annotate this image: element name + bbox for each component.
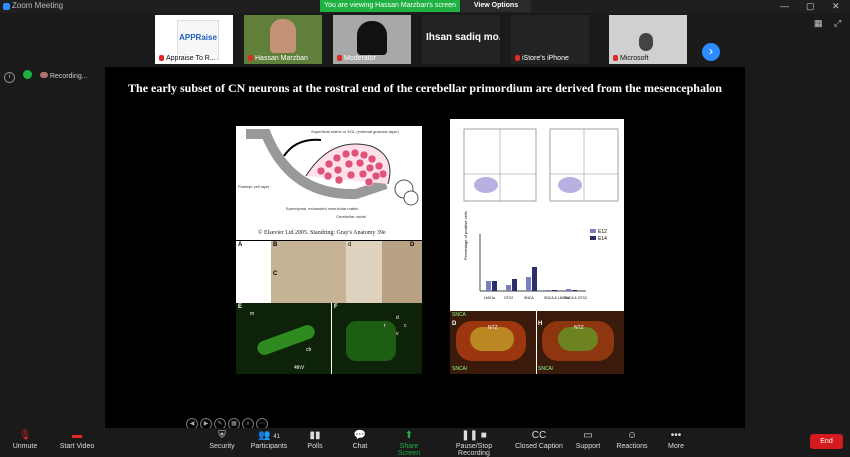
participants-button[interactable]: 👥 41 Participants — [248, 430, 290, 450]
maximize-icon[interactable]: ▢ — [806, 1, 815, 12]
ependymal-label: Ependymal, exhausted ventricular matrix — [286, 206, 358, 211]
bar — [566, 289, 571, 291]
slide-title: The early subset of CN neurons at the ro… — [128, 81, 722, 95]
chat-button[interactable]: 💬 Chat — [349, 430, 371, 450]
support-button[interactable]: ▭ Support — [574, 430, 602, 450]
participant-name: iStore's iPhone — [522, 55, 569, 62]
category-label: LMX1a — [484, 296, 495, 300]
participant-strip: APPRaise Appraise To R... Hassan Marzban… — [0, 13, 850, 66]
participant-name: Hassan Marzban — [255, 55, 308, 62]
flow-cytometry-panel: Percentage of positive cells E12 E14 LMX… — [450, 119, 624, 374]
bar — [572, 290, 577, 291]
unmute-button[interactable]: 🎙 Unmute — [8, 430, 42, 450]
superficial-label: Superficial matrix or EGL (external gran… — [311, 129, 400, 134]
polls-button[interactable]: ▮▮ Polls — [304, 430, 326, 450]
participant-logo: APPRaise — [177, 20, 219, 60]
participant-tile[interactable]: iStore's iPhone — [511, 15, 589, 64]
cerebellum-illustration: Superficial matrix or EGL (external gran… — [238, 129, 419, 236]
cloud-icon — [39, 72, 48, 78]
purkinje-label: Purkinje cell layer — [238, 184, 270, 189]
copyright-text: © Elsevier Ltd 2005. Standring: Gray's A… — [258, 229, 386, 236]
bar-chart-marks — [486, 267, 577, 291]
mic-muted-icon — [515, 55, 520, 61]
next-page-button[interactable]: › — [702, 43, 720, 61]
end-button[interactable]: End — [810, 434, 843, 449]
cc-icon: CC — [531, 430, 547, 441]
participant-name-large: Ihsan sadiq mo... — [426, 32, 500, 43]
minimize-icon[interactable]: — — [780, 1, 789, 11]
cerebellum-diagram: Superficial matrix or EGL (external gran… — [236, 126, 422, 240]
fullscreen-icon[interactable]: ⤢ — [834, 18, 841, 29]
participant-name: Microsoft — [620, 55, 649, 62]
participant-video — [270, 19, 296, 53]
bar — [492, 281, 497, 291]
viewing-banner: You are viewing Hassan Marzban's screen — [320, 0, 460, 12]
layout-icon[interactable]: ▦ — [814, 18, 823, 29]
participant-tile[interactable]: Moderator — [333, 15, 411, 64]
bar — [546, 290, 551, 291]
pause-recording-button[interactable]: ❚❚ ■ Pause/Stop Recording — [440, 430, 508, 457]
category-label: SNCA — [524, 296, 534, 300]
mic-muted-icon — [337, 55, 342, 61]
support-icon: ▭ — [583, 430, 593, 441]
view-options-button[interactable]: View Options — [461, 0, 531, 12]
participant-video — [357, 21, 387, 55]
video-off-icon: ▬ — [72, 430, 82, 441]
shield-icon: ⛨ — [218, 430, 226, 441]
smiley-icon: ☺ — [626, 430, 638, 441]
zoom-logo-icon — [3, 3, 10, 10]
ellipsis-icon: ••• — [670, 430, 682, 441]
bar — [532, 267, 537, 291]
mic-muted-icon — [613, 55, 618, 61]
reactions-button[interactable]: ☺ Reactions — [615, 430, 649, 450]
bar — [486, 281, 491, 291]
bar — [512, 279, 517, 291]
participant-tile[interactable]: Microsoft — [609, 15, 687, 64]
fluorescence-images: SNCA D H NTZ NTZ SNCA/ SNCA/ — [450, 311, 624, 374]
chart-ylabel: Percentage of positive cells — [463, 211, 468, 260]
bar — [506, 285, 511, 291]
chat-icon: 💬 — [353, 430, 367, 441]
category-label: OTX2 — [504, 296, 513, 300]
mic-muted-icon — [248, 55, 253, 61]
bar-chart-icon: ▮▮ — [309, 430, 321, 441]
start-video-button[interactable]: ▬ Start Video — [56, 430, 98, 450]
mic-muted-icon — [159, 55, 164, 61]
mic-off-icon: 🎙 — [18, 430, 32, 441]
participant-video — [639, 33, 653, 51]
participant-name: Appraise To R... — [166, 55, 216, 62]
window-title: Zoom Meeting — [12, 1, 64, 10]
share-arrow-icon: ⬆ — [404, 430, 414, 441]
legend-e14: E14 — [598, 236, 607, 242]
security-button[interactable]: ⛨ Security — [204, 430, 240, 450]
bar — [526, 277, 531, 291]
more-button[interactable]: ••• More — [664, 430, 688, 450]
bar — [552, 290, 557, 291]
participant-tile[interactable]: Ihsan sadiq mo... — [422, 15, 500, 64]
legend-e12: E12 — [598, 229, 607, 235]
recording-bar: i Recording... — [4, 70, 88, 84]
meeting-toolbar: 🎙 Unmute ▬ Start Video ⛨ Security 👥 41 Parti… — [0, 428, 850, 457]
info-icon[interactable]: i — [4, 72, 15, 83]
closed-caption-button[interactable]: CC Closed Caption — [515, 430, 563, 450]
micrograph-bottom: E F m cb 4thV r c d v — [236, 303, 422, 374]
participant-name: Moderator — [344, 55, 376, 62]
chart-category-labels: LMX1a OTX2 SNCA SNCA & LMX1aSNCA & OTX2 — [484, 296, 587, 300]
shared-screen: The early subset of CN neurons at the ro… — [105, 67, 745, 428]
recording-label: Recording... — [49, 73, 88, 80]
share-screen-button[interactable]: ⬆ Share Screen — [388, 430, 430, 457]
shield-icon[interactable] — [22, 70, 32, 79]
nuclei-label: Cerebellar nuclei — [336, 214, 366, 219]
people-icon: 👥 41 — [258, 430, 280, 441]
close-icon[interactable]: ✕ — [832, 1, 840, 12]
pause-stop-icon: ❚❚ ■ — [461, 430, 487, 441]
micrograph-top: A B C d D — [236, 241, 422, 303]
category-label: SNCA & OTX2 — [564, 296, 587, 300]
title-bar: Zoom Meeting You are viewing Hassan Marz… — [0, 0, 850, 13]
participant-tile[interactable]: Hassan Marzban — [244, 15, 322, 64]
participant-tile[interactable]: APPRaise Appraise To R... — [155, 15, 233, 64]
